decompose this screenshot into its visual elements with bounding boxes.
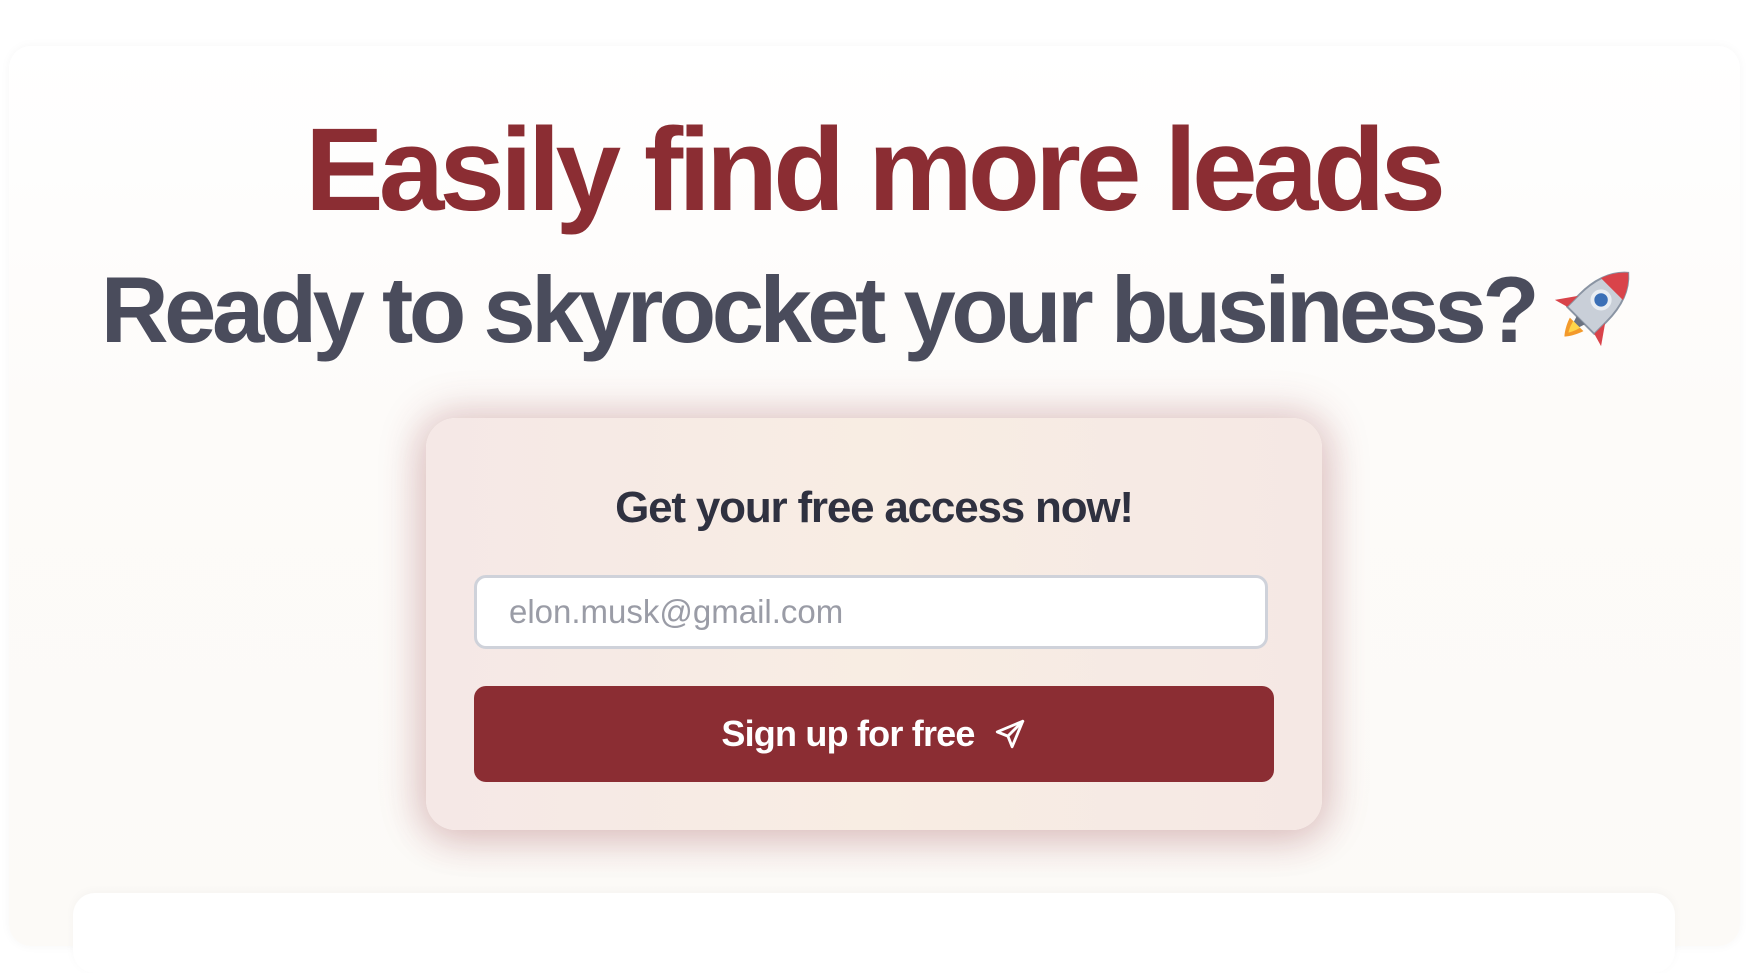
hero-headline: Easily find more leads <box>304 104 1446 236</box>
sign-up-button-label: Sign up for free <box>721 713 975 754</box>
send-icon <box>995 719 1024 749</box>
sign-up-button[interactable]: Sign up for free <box>474 686 1274 782</box>
next-section-card <box>73 893 1675 973</box>
signup-card: Get your free access now! Sign up for fr… <box>426 418 1322 830</box>
hero-subheadline: Ready to skyrocket your business? <box>0 255 1746 365</box>
hero-subheadline-text: Ready to skyrocket your business? <box>100 257 1540 362</box>
email-field[interactable] <box>474 575 1268 649</box>
signup-card-title: Get your free access now! <box>615 483 1134 532</box>
rocket-icon <box>1555 271 1630 347</box>
